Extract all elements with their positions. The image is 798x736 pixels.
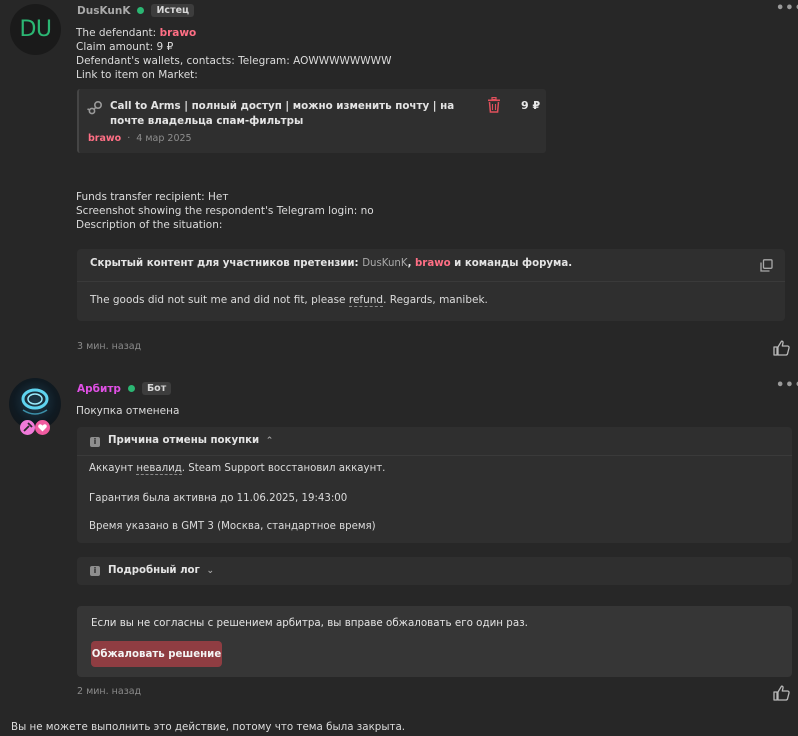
- more-icon[interactable]: •••: [776, 1, 798, 16]
- heart-badge-icon: [35, 420, 50, 435]
- item-price: 9 ₽: [521, 99, 541, 112]
- more-icon[interactable]: •••: [776, 378, 798, 393]
- item-meta: brawo · 4 мар 2025: [88, 133, 192, 144]
- description-label: Description of the situation:: [76, 219, 223, 231]
- info-icon: i: [90, 566, 100, 576]
- author-name-arbiter[interactable]: Арбитр: [77, 383, 121, 395]
- hidden-separator: [77, 281, 785, 282]
- market-item-card[interactable]: Call to Arms | полный доступ | можно изм…: [77, 89, 546, 153]
- steam-icon: [87, 100, 103, 115]
- hidden-content-box: Скрытый контент для участников претензии…: [77, 249, 785, 321]
- appeal-text: Если вы не согласны с решением арбитра, …: [91, 617, 528, 629]
- defendant-line: The defendant: brawo: [76, 27, 197, 39]
- claim-line: Claim amount: 9 ₽: [76, 41, 174, 53]
- detailed-log-title[interactable]: Подробный лог ⌄: [108, 565, 214, 576]
- avatar-duskunk[interactable]: DU: [10, 4, 61, 55]
- detailed-log-spoiler[interactable]: i Подробный лог ⌄: [77, 557, 792, 585]
- like-icon[interactable]: [773, 685, 790, 701]
- appeal-button[interactable]: Обжаловать решение: [91, 641, 222, 667]
- thread-closed-notice: Вы не можете выполнить это действие, пот…: [11, 721, 406, 733]
- post1-body: The defendant: brawo Claim amount: 9 ₽ D…: [76, 26, 391, 82]
- hammer-badge-icon: [20, 420, 35, 435]
- online-indicator: [127, 385, 135, 392]
- purchase-status: Покупка отменена: [76, 405, 180, 417]
- role-badge: Истец: [151, 4, 195, 17]
- post2-header: Арбитр Бот: [77, 382, 172, 395]
- like-icon[interactable]: [773, 340, 790, 356]
- refund-link[interactable]: refund: [348, 294, 384, 307]
- screenshot-line: Screenshot showing the respondent's Tele…: [76, 205, 374, 217]
- appeal-box: Если вы не согласны с решением арбитра, …: [77, 606, 792, 677]
- online-indicator: [137, 7, 145, 14]
- copy-icon[interactable]: [760, 259, 773, 272]
- post1-header: DusKunK Истец: [77, 4, 195, 17]
- post2-time[interactable]: 2 мин. назад: [77, 686, 141, 697]
- reason-line-2: Гарантия была активна до 11.06.2025, 19:…: [89, 493, 348, 504]
- chevron-down-icon: ⌄: [206, 566, 214, 576]
- cancel-reason-spoiler: i Причина отмены покупки ⌃ Аккаунт невал…: [77, 427, 792, 543]
- item-title[interactable]: Call to Arms | полный доступ | можно изм…: [110, 99, 490, 129]
- hidden-content-text: The goods did not suit me and did not fi…: [90, 294, 488, 307]
- info-icon: i: [90, 437, 100, 447]
- wallets-line: Defendant's wallets, contacts: Telegram:…: [76, 55, 392, 67]
- hidden-content-header: Скрытый контент для участников претензии…: [90, 258, 573, 269]
- reason-line-3: Время указано в GMT 3 (Москва, стандартн…: [89, 521, 376, 532]
- participant-link-1[interactable]: DusKunK: [362, 258, 407, 269]
- avatar-arbiter[interactable]: [9, 378, 61, 435]
- participant-link-2[interactable]: brawo: [415, 258, 451, 269]
- reason-line-1: Аккаунт невалид. Steam Support восстанов…: [89, 463, 386, 475]
- post1-time[interactable]: 3 мин. назад: [77, 341, 141, 352]
- market-link-label: Link to item on Market:: [76, 69, 198, 81]
- trash-icon[interactable]: [487, 97, 501, 113]
- invalid-term-link[interactable]: невалид: [136, 463, 182, 475]
- reason-separator: [77, 455, 792, 456]
- chevron-up-icon: ⌃: [265, 436, 274, 446]
- post1-details: Funds transfer recipient: Нет Screenshot…: [76, 190, 374, 232]
- item-date: 4 мар 2025: [136, 133, 192, 144]
- author-name[interactable]: DusKunK: [77, 5, 130, 17]
- item-seller[interactable]: brawo: [88, 133, 121, 144]
- cancel-reason-title[interactable]: Причина отмены покупки ⌃: [108, 435, 273, 446]
- defendant-link[interactable]: brawo: [160, 27, 197, 39]
- bot-badge: Бот: [141, 382, 172, 395]
- recipient-line: Funds transfer recipient: Нет: [76, 191, 229, 203]
